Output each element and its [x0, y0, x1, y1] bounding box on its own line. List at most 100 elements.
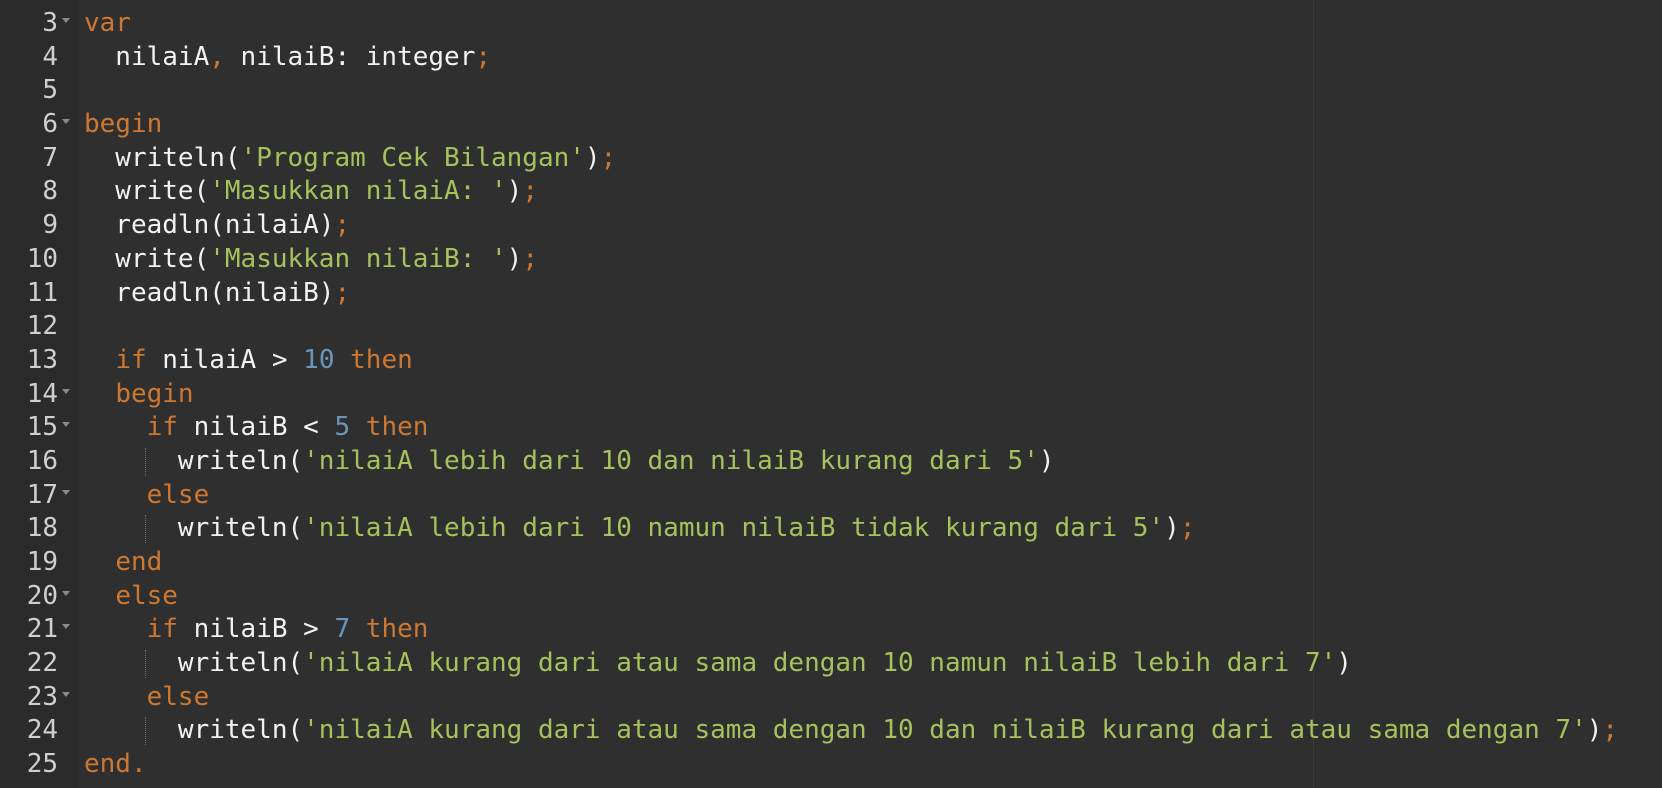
fold-arrow-icon[interactable] [62, 691, 70, 697]
fold-arrow-icon[interactable] [62, 422, 70, 428]
code-line[interactable]: 23 else [0, 681, 1662, 715]
code-token-identifier [84, 614, 147, 644]
code-token-keyword: then [365, 614, 429, 645]
code-token-identifier [84, 379, 115, 409]
code-token-punctuation: . [130, 749, 147, 780]
code-text[interactable]: readln(nilaiB); [84, 277, 350, 311]
code-token-string: 'Masukkan nilaiA: ' [209, 176, 507, 207]
code-token-number: 10 [303, 344, 335, 375]
code-text[interactable]: writeln('nilaiA kurang dari atau sama de… [84, 714, 1618, 748]
code-line[interactable]: 15 if nilaiB < 5 then [0, 411, 1662, 445]
code-token-punctuation: , [209, 41, 225, 72]
code-token-keyword: then [365, 412, 429, 443]
fold-arrow-icon[interactable] [62, 18, 70, 23]
fold-arrow-icon[interactable] [62, 590, 70, 596]
code-text[interactable]: writeln('nilaiA lebih dari 10 namun nila… [84, 512, 1196, 546]
code-line[interactable]: 5 [0, 74, 1662, 108]
code-line[interactable]: 18 writeln('nilaiA lebih dari 10 namun n… [0, 512, 1662, 546]
code-token-identifier: ) [1586, 715, 1603, 746]
line-number: 15 [26, 412, 58, 443]
code-lines[interactable]: 3 var 4 nilaiA, nilaiB: integer; 5 6 begin 7 w… [0, 7, 1662, 782]
code-token-number: 7 [334, 614, 351, 645]
line-number: 18 [26, 513, 58, 544]
code-line[interactable]: 13 if nilaiA > 10 then [0, 344, 1662, 378]
code-line[interactable]: 3 var [0, 7, 1662, 41]
fold-arrow-icon[interactable] [62, 489, 70, 495]
code-line[interactable]: 6 begin [0, 108, 1662, 142]
code-text[interactable]: write('Masukkan nilaiA: '); [84, 175, 538, 209]
code-text[interactable]: begin [84, 108, 162, 142]
code-line[interactable]: 24 writeln('nilaiA kurang dari atau sama… [0, 714, 1662, 748]
code-text[interactable]: if nilaiA > 10 then [84, 344, 412, 378]
code-text[interactable]: nilaiA, nilaiB: integer; [84, 41, 491, 75]
line-number: 21 [26, 614, 58, 645]
code-text[interactable]: var [84, 7, 131, 41]
fold-arrow-icon[interactable] [62, 624, 70, 630]
code-line[interactable]: 16 writeln('nilaiA lebih dari 10 dan nil… [0, 445, 1662, 479]
code-token-identifier [84, 581, 115, 611]
line-number: 17 [26, 479, 58, 510]
code-token-identifier: ) [506, 243, 523, 274]
code-token-identifier: nilaiA [84, 41, 210, 72]
code-text[interactable]: if nilaiB < 5 then [84, 411, 429, 445]
code-text[interactable]: writeln('nilaiA kurang dari atau sama de… [84, 647, 1352, 681]
code-token-punctuation: ; [1179, 513, 1196, 544]
code-line[interactable]: 11 readln(nilaiB); [0, 277, 1662, 311]
fold-arrow-icon[interactable] [62, 388, 70, 394]
code-line[interactable]: 19 end [0, 546, 1662, 580]
code-line[interactable]: 14 begin [0, 378, 1662, 412]
code-line[interactable]: 20 else [0, 580, 1662, 614]
code-line[interactable]: 12 [0, 310, 1662, 344]
code-text[interactable]: writeln('Program Cek Bilangan'); [84, 142, 616, 176]
code-text[interactable]: writeln('nilaiA lebih dari 10 dan nilaiB… [84, 445, 1055, 479]
code-token-identifier: ) [506, 176, 523, 207]
line-number: 25 [26, 749, 58, 780]
code-line[interactable]: 17 else [0, 479, 1662, 513]
code-token-identifier [84, 682, 147, 712]
code-token-identifier [84, 547, 115, 577]
code-token-identifier [84, 480, 147, 510]
code-token-string: 'Program Cek Bilangan' [240, 142, 585, 173]
code-text[interactable]: readln(nilaiA); [84, 209, 350, 243]
code-text[interactable]: if nilaiB > 7 then [84, 613, 429, 647]
code-text[interactable]: else [84, 580, 178, 614]
code-token-identifier: write( [84, 243, 210, 274]
code-token-identifier: ) [1336, 648, 1352, 679]
code-token-identifier: write( [84, 176, 210, 207]
line-number: 12 [26, 311, 58, 342]
code-line[interactable]: 10 write('Masukkan nilaiB: '); [0, 243, 1662, 277]
code-token-identifier: nilaiB: integer [224, 41, 476, 72]
code-token-number: 5 [334, 412, 351, 443]
code-token-identifier: writeln( [84, 715, 304, 746]
code-text[interactable]: write('Masukkan nilaiB: '); [84, 243, 538, 277]
code-line[interactable]: 8 write('Masukkan nilaiA: '); [0, 175, 1662, 209]
line-number: 7 [42, 142, 58, 173]
line-number: 9 [42, 210, 58, 241]
code-text[interactable]: begin [84, 378, 193, 412]
code-token-punctuation: ; [334, 210, 351, 241]
code-token-identifier [84, 345, 115, 375]
line-number: 8 [42, 176, 58, 207]
line-number: 16 [26, 445, 58, 476]
code-line[interactable]: 9 readln(nilaiA); [0, 209, 1662, 243]
code-token-keyword: end [115, 547, 163, 577]
code-line[interactable]: 7 writeln('Program Cek Bilangan'); [0, 142, 1662, 176]
line-number: 11 [26, 277, 58, 308]
code-text[interactable]: end. [84, 748, 147, 782]
code-token-identifier: writeln( [84, 445, 304, 476]
code-token-keyword: else [115, 580, 178, 611]
code-line[interactable]: 25 end. [0, 748, 1662, 782]
code-text[interactable]: else [84, 681, 210, 715]
code-token-identifier: nilaiB > [177, 614, 335, 645]
code-token-identifier: writeln( [84, 513, 304, 544]
code-token-string: 'nilaiA lebih dari 10 namun nilaiB tidak… [303, 513, 1165, 544]
code-line[interactable]: 4 nilaiA, nilaiB: integer; [0, 41, 1662, 75]
line-number: 22 [26, 648, 58, 679]
code-line[interactable]: 22 writeln('nilaiA kurang dari atau sama… [0, 647, 1662, 681]
code-text[interactable]: else [84, 479, 210, 513]
code-line[interactable]: 21 if nilaiB > 7 then [0, 613, 1662, 647]
code-token-string: 'nilaiA kurang dari atau sama dengan 10 … [303, 715, 1587, 746]
code-text[interactable]: end [84, 546, 162, 580]
code-editor[interactable]: 2 3var4 nilaiA, nilaiB: integer;56begin7… [0, 0, 1662, 788]
fold-arrow-icon[interactable] [62, 119, 70, 125]
